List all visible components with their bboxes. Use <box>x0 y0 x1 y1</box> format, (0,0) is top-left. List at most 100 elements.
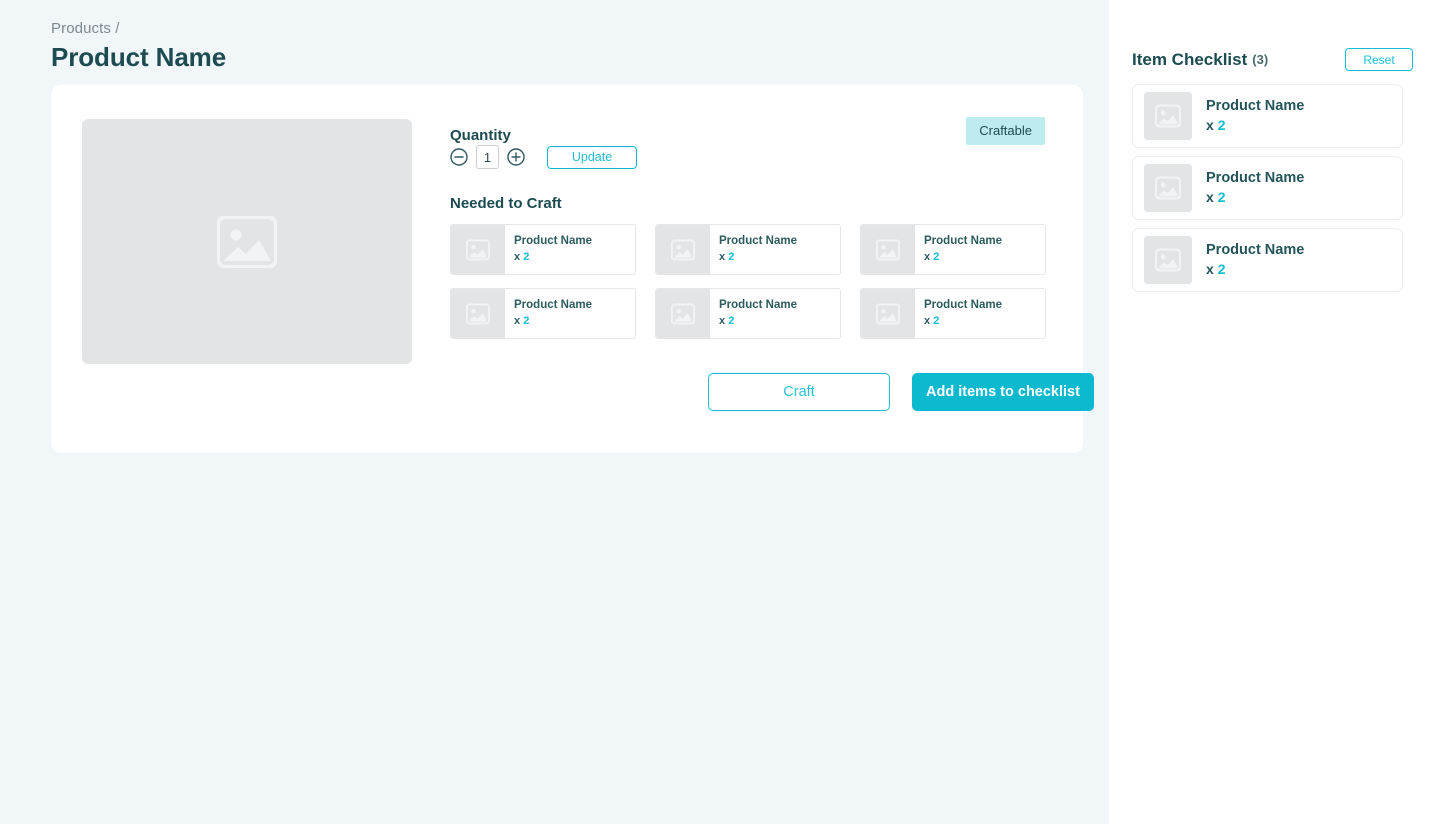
ingredient-thumbnail <box>861 289 915 338</box>
image-placeholder-icon <box>1155 176 1181 200</box>
ingredient-quantity: x 2 <box>924 250 1045 265</box>
update-quantity-button[interactable]: Update <box>547 145 637 169</box>
ingredient-text: Product Name x 2 <box>915 289 1045 338</box>
status-badge: Craftable <box>966 117 1045 145</box>
checklist-item-name: Product Name <box>1206 98 1305 115</box>
image-placeholder-icon <box>1155 104 1181 128</box>
image-placeholder-icon <box>466 303 490 324</box>
quantity-stepper: Update <box>450 145 637 169</box>
ingredient-quantity: x 2 <box>719 314 840 329</box>
image-placeholder-icon <box>876 239 900 260</box>
checklist-item-quantity: x 2 <box>1206 117 1304 135</box>
needed-to-craft-label: Needed to Craft <box>450 195 562 212</box>
ingredient-thumbnail <box>861 225 915 274</box>
app-root: Products / Product Name Quantity Craftab… <box>0 0 1440 824</box>
ingredient-qty-prefix: x <box>924 314 931 327</box>
checklist-qty-prefix: x <box>1206 189 1214 206</box>
checklist-items: Product Name x 2 Product Name x 2 Produc… <box>1132 84 1403 292</box>
checklist-item-thumbnail <box>1144 236 1192 284</box>
ingredient-card[interactable]: Product Name x 2 <box>450 288 636 339</box>
breadcrumb[interactable]: Products / <box>51 20 120 37</box>
ingredient-text: Product Name x 2 <box>505 289 635 338</box>
ingredient-card[interactable]: Product Name x 2 <box>860 288 1046 339</box>
product-image-placeholder <box>82 119 412 364</box>
image-placeholder-icon <box>1155 248 1181 272</box>
reset-checklist-button[interactable]: Reset <box>1345 48 1413 71</box>
checklist-qty-prefix: x <box>1206 261 1214 278</box>
checklist-item[interactable]: Product Name x 2 <box>1132 156 1403 220</box>
checklist-item[interactable]: Product Name x 2 <box>1132 228 1403 292</box>
ingredient-name: Product Name <box>514 235 592 248</box>
checklist-item-name: Product Name <box>1206 242 1305 259</box>
image-placeholder-icon <box>466 239 490 260</box>
ingredient-quantity: x 2 <box>719 250 840 265</box>
checklist-item-thumbnail <box>1144 164 1192 212</box>
product-actions: Craft Add items to checklist <box>708 373 1094 411</box>
checklist-item-quantity: x 2 <box>1206 261 1304 279</box>
checklist-qty-prefix: x <box>1206 117 1214 134</box>
checklist-count: (3) <box>1252 52 1269 67</box>
ingredient-thumbnail <box>656 225 710 274</box>
ingredient-name: Product Name <box>719 235 797 248</box>
ingredient-quantity: x 2 <box>514 250 635 265</box>
checklist-header: Item Checklist (3) Reset <box>1132 48 1413 71</box>
quantity-label: Quantity <box>450 127 511 144</box>
checklist-item-text: Product Name x 2 <box>1206 169 1304 207</box>
ingredient-grid: Product Name x 2 Product Name x 2 Produc… <box>450 224 1046 339</box>
image-placeholder-icon <box>217 215 277 268</box>
ingredient-text: Product Name x 2 <box>505 225 635 274</box>
ingredient-card[interactable]: Product Name x 2 <box>655 224 841 275</box>
page-title: Product Name <box>51 42 227 72</box>
checklist-sidebar: Item Checklist (3) Reset Product Name x … <box>1109 0 1440 824</box>
checklist-item[interactable]: Product Name x 2 <box>1132 84 1403 148</box>
ingredient-qty-value: 2 <box>728 250 735 263</box>
checklist-item-thumbnail <box>1144 92 1192 140</box>
image-placeholder-icon <box>876 303 900 324</box>
ingredient-name: Product Name <box>514 299 592 312</box>
checklist-qty-value: 2 <box>1217 117 1226 134</box>
ingredient-text: Product Name x 2 <box>915 225 1045 274</box>
checklist-item-name: Product Name <box>1206 170 1305 187</box>
ingredient-qty-prefix: x <box>924 250 931 263</box>
ingredient-quantity: x 2 <box>924 314 1045 329</box>
ingredient-thumbnail <box>656 289 710 338</box>
ingredient-name: Product Name <box>924 299 1002 312</box>
ingredient-qty-prefix: x <box>514 314 521 327</box>
checklist-item-text: Product Name x 2 <box>1206 97 1304 135</box>
ingredient-card[interactable]: Product Name x 2 <box>450 224 636 275</box>
craft-button[interactable]: Craft <box>708 373 890 411</box>
ingredient-text: Product Name x 2 <box>710 225 840 274</box>
ingredient-thumbnail <box>451 225 505 274</box>
product-detail-panel: Quantity Craftable 1 Update Needed to Cr… <box>450 85 1094 453</box>
quantity-input[interactable] <box>476 145 499 169</box>
ingredient-thumbnail <box>451 289 505 338</box>
minus-circle-icon[interactable] <box>450 148 468 166</box>
checklist-qty-value: 2 <box>1217 261 1226 278</box>
checklist-title: Item Checklist <box>1132 49 1248 69</box>
ingredient-quantity: x 2 <box>514 314 635 329</box>
minus-circle-glyph <box>450 148 468 166</box>
ingredient-card[interactable]: Product Name x 2 <box>860 224 1046 275</box>
ingredient-text: Product Name x 2 <box>710 289 840 338</box>
ingredient-qty-prefix: x <box>719 314 726 327</box>
plus-circle-icon[interactable] <box>507 148 525 166</box>
add-items-to-checklist-button[interactable]: Add items to checklist <box>912 373 1094 411</box>
ingredient-qty-value: 2 <box>933 250 940 263</box>
checklist-item-quantity: x 2 <box>1206 189 1304 207</box>
plus-circle-glyph <box>507 148 525 166</box>
ingredient-qty-value: 2 <box>523 314 530 327</box>
product-detail-card: Quantity Craftable 1 Update Needed to Cr… <box>51 85 1094 453</box>
image-placeholder-icon <box>671 239 695 260</box>
ingredient-qty-value: 2 <box>933 314 940 327</box>
ingredient-qty-prefix: x <box>514 250 521 263</box>
ingredient-qty-value: 2 <box>728 314 735 327</box>
main-content-column: Products / Product Name Quantity Craftab… <box>0 0 1109 824</box>
checklist-qty-value: 2 <box>1217 189 1226 206</box>
ingredient-name: Product Name <box>719 299 797 312</box>
image-placeholder-icon <box>671 303 695 324</box>
ingredient-qty-prefix: x <box>719 250 726 263</box>
checklist-item-text: Product Name x 2 <box>1206 241 1304 279</box>
ingredient-qty-value: 2 <box>523 250 530 263</box>
ingredient-name: Product Name <box>924 235 1002 248</box>
ingredient-card[interactable]: Product Name x 2 <box>655 288 841 339</box>
